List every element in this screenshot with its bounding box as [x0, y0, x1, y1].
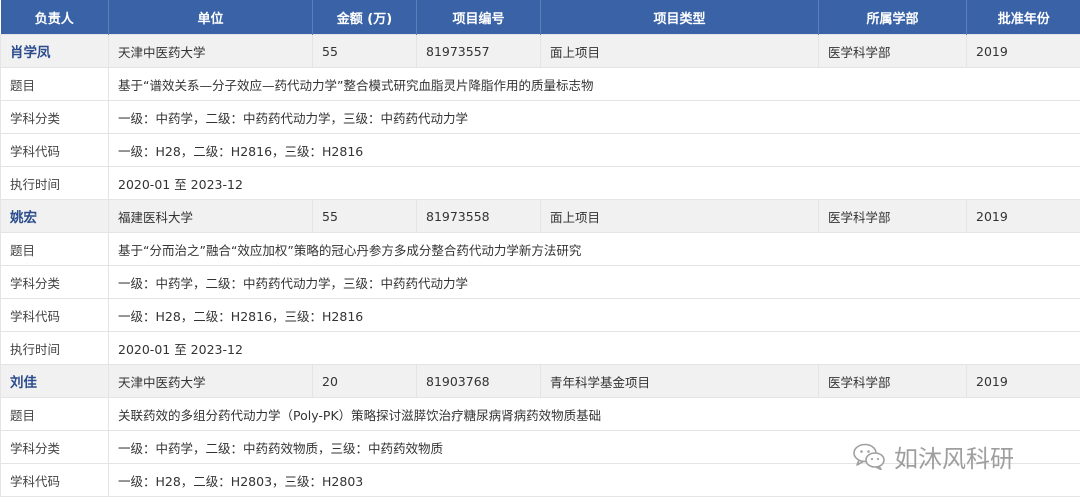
field-label: 执行时间 [0, 331, 109, 365]
project-period: 2020-01 至 2023-12 [108, 166, 1080, 200]
project-amount: 20 [312, 364, 417, 398]
field-label: 学科分类 [0, 265, 109, 299]
field-label: 学科分类 [0, 430, 109, 464]
column-header-department[interactable]: 所属学部 [818, 0, 967, 35]
watermark: 如沐风科研 [852, 441, 1014, 473]
column-header-amount[interactable]: 金额 (万) [312, 0, 417, 35]
project-category: 一级：中药学，二级：中药药代动力学，三级：中药药代动力学 [108, 265, 1080, 299]
project-leader-link[interactable]: 刘佳 [0, 364, 109, 398]
project-type: 青年科学基金项目 [540, 364, 819, 398]
project-category: 一级：中药学，二级：中药药代动力学，三级：中药药代动力学 [108, 100, 1080, 134]
field-label: 题目 [0, 67, 109, 101]
project-row: 肖学凤 天津中医药大学 55 81973557 面上项目 医学科学部 2019 [0, 34, 1080, 68]
detail-row-title: 题目 基于“分而治之”融合“效应加权”策略的冠心丹参方多成分整合药代动力学新方法… [0, 232, 1080, 266]
project-type: 面上项目 [540, 199, 819, 233]
project-year: 2019 [966, 199, 1080, 233]
project-title: 关联药效的多组分药代动力学（Poly-PK）策略探讨滋膵饮治疗糖尿病肾病药效物质… [108, 397, 1080, 431]
project-department: 医学科学部 [818, 364, 967, 398]
detail-row-title: 题目 基于“谱效关系—分子效应—药代动力学”整合模式研究血脂灵片降脂作用的质量标… [0, 67, 1080, 101]
detail-row-code: 学科代码 一级：H28，二级：H2816，三级：H2816 [0, 298, 1080, 332]
field-label: 题目 [0, 397, 109, 431]
project-amount: 55 [312, 199, 417, 233]
field-label: 题目 [0, 232, 109, 266]
column-header-leader[interactable]: 负责人 [0, 0, 109, 35]
project-row: 刘佳 天津中医药大学 20 81903768 青年科学基金项目 医学科学部 20… [0, 364, 1080, 398]
project-department: 医学科学部 [818, 34, 967, 68]
column-header-unit[interactable]: 单位 [108, 0, 313, 35]
project-unit: 天津中医药大学 [108, 364, 313, 398]
field-label: 学科分类 [0, 100, 109, 134]
project-row: 姚宏 福建医科大学 55 81973558 面上项目 医学科学部 2019 [0, 199, 1080, 233]
wechat-icon [852, 442, 886, 470]
detail-row-category: 学科分类 一级：中药学，二级：中药药代动力学，三级：中药药代动力学 [0, 265, 1080, 299]
project-amount: 55 [312, 34, 417, 68]
detail-row-code: 学科代码 一级：H28，二级：H2816，三级：H2816 [0, 133, 1080, 167]
detail-row-period: 执行时间 2020-01 至 2023-12 [0, 166, 1080, 200]
project-table: 负责人 单位 金额 (万) 项目编号 项目类型 所属学部 批准年份 肖学凤 天津… [0, 0, 1080, 497]
project-year: 2019 [966, 34, 1080, 68]
project-number: 81903768 [416, 364, 541, 398]
project-department: 医学科学部 [818, 199, 967, 233]
detail-row-category: 学科分类 一级：中药学，二级：中药药代动力学，三级：中药药代动力学 [0, 100, 1080, 134]
project-code: 一级：H28，二级：H2816，三级：H2816 [108, 298, 1080, 332]
project-unit: 福建医科大学 [108, 199, 313, 233]
field-label: 执行时间 [0, 166, 109, 200]
field-label: 学科代码 [0, 133, 109, 167]
project-period: 2020-01 至 2023-12 [108, 331, 1080, 365]
table-header-row: 负责人 单位 金额 (万) 项目编号 项目类型 所属学部 批准年份 [0, 0, 1080, 35]
project-type: 面上项目 [540, 34, 819, 68]
project-title: 基于“分而治之”融合“效应加权”策略的冠心丹参方多成分整合药代动力学新方法研究 [108, 232, 1080, 266]
project-unit: 天津中医药大学 [108, 34, 313, 68]
project-year: 2019 [966, 364, 1080, 398]
detail-row-title: 题目 关联药效的多组分药代动力学（Poly-PK）策略探讨滋膵饮治疗糖尿病肾病药… [0, 397, 1080, 431]
column-header-year[interactable]: 批准年份 [966, 0, 1080, 35]
project-number: 81973558 [416, 199, 541, 233]
column-header-number[interactable]: 项目编号 [416, 0, 541, 35]
detail-row-period: 执行时间 2020-01 至 2023-12 [0, 331, 1080, 365]
project-leader-link[interactable]: 肖学凤 [0, 34, 109, 68]
column-header-type[interactable]: 项目类型 [540, 0, 819, 35]
field-label: 学科代码 [0, 463, 109, 497]
field-label: 学科代码 [0, 298, 109, 332]
project-title: 基于“谱效关系—分子效应—药代动力学”整合模式研究血脂灵片降脂作用的质量标志物 [108, 67, 1080, 101]
project-code: 一级：H28，二级：H2816，三级：H2816 [108, 133, 1080, 167]
watermark-text: 如沐风科研 [894, 444, 1014, 473]
project-number: 81973557 [416, 34, 541, 68]
project-leader-link[interactable]: 姚宏 [0, 199, 109, 233]
